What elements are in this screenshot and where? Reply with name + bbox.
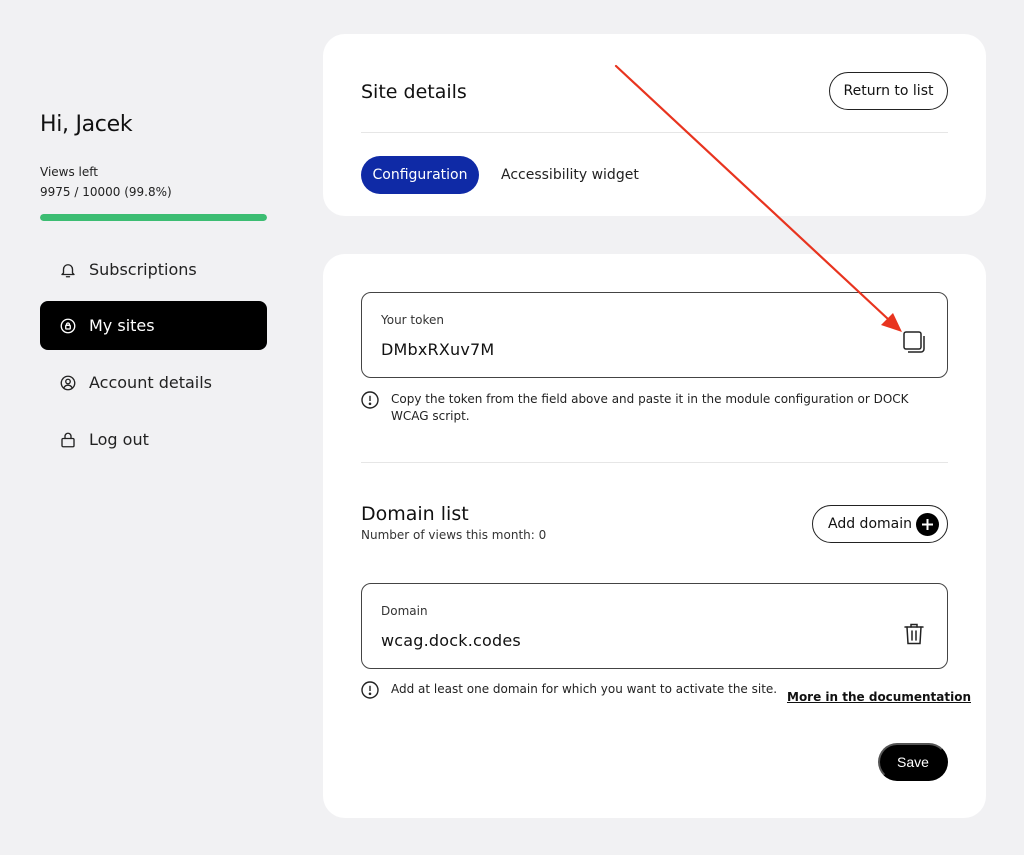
divider (361, 132, 948, 133)
views-progress-fill (40, 214, 267, 221)
add-domain-label: Add domain (828, 516, 912, 532)
documentation-link[interactable]: More in the documentation (787, 690, 971, 704)
domain-hint-text: Add at least one domain for which you wa… (391, 682, 778, 696)
domain-field[interactable]: Domain wcag.dock.codes (361, 583, 948, 669)
bell-icon (58, 260, 78, 280)
nav-item-label: My sites (89, 316, 155, 335)
add-domain-button[interactable]: Add domain (812, 505, 948, 543)
token-label: Your token (381, 313, 444, 327)
nav-item-log-out[interactable]: Log out (40, 415, 267, 464)
site-details-card: Site details Return to list Configuratio… (323, 34, 986, 216)
token-hint-text: Copy the token from the field above and … (391, 392, 909, 423)
views-left-value: 9975 / 10000 (99.8%) (40, 185, 172, 199)
views-left-label: Views left (40, 165, 98, 179)
save-button[interactable]: Save (878, 743, 948, 781)
nav-item-label: Account details (89, 373, 212, 392)
token-field[interactable]: Your token DMbxRXuv7M (361, 292, 948, 378)
nav-item-my-sites[interactable]: My sites (40, 301, 267, 350)
domain-hint: Add at least one domain for which you wa… (361, 681, 781, 699)
return-to-list-button[interactable]: Return to list (829, 72, 948, 110)
domain-list-title: Domain list (361, 503, 469, 525)
views-progress-bar (40, 214, 267, 221)
domain-value[interactable]: wcag.dock.codes (381, 631, 521, 650)
nav-item-label: Subscriptions (89, 260, 197, 279)
nav-item-account-details[interactable]: Account details (40, 358, 267, 407)
page-title: Site details (361, 81, 467, 103)
domain-label: Domain (381, 604, 428, 618)
token-value[interactable]: DMbxRXuv7M (381, 340, 494, 359)
site-icon (58, 316, 78, 336)
tab-accessibility-widget[interactable]: Accessibility widget (501, 156, 639, 194)
configuration-card: Your token DMbxRXuv7M Copy the token fro… (323, 254, 986, 818)
views-this-month: Number of views this month: 0 (361, 528, 547, 542)
token-hint: Copy the token from the field above and … (361, 391, 941, 425)
info-icon (361, 391, 379, 409)
user-icon (58, 373, 78, 393)
info-icon (361, 681, 379, 699)
plus-circle-icon (916, 513, 939, 536)
copy-icon[interactable] (901, 329, 927, 355)
greeting: Hi, Jacek (40, 112, 133, 137)
nav-item-label: Log out (89, 430, 149, 449)
trash-icon[interactable] (903, 622, 925, 646)
nav-item-subscriptions[interactable]: Subscriptions (40, 245, 267, 294)
lock-icon (58, 430, 78, 450)
tab-configuration[interactable]: Configuration (361, 156, 479, 194)
divider (361, 462, 948, 463)
